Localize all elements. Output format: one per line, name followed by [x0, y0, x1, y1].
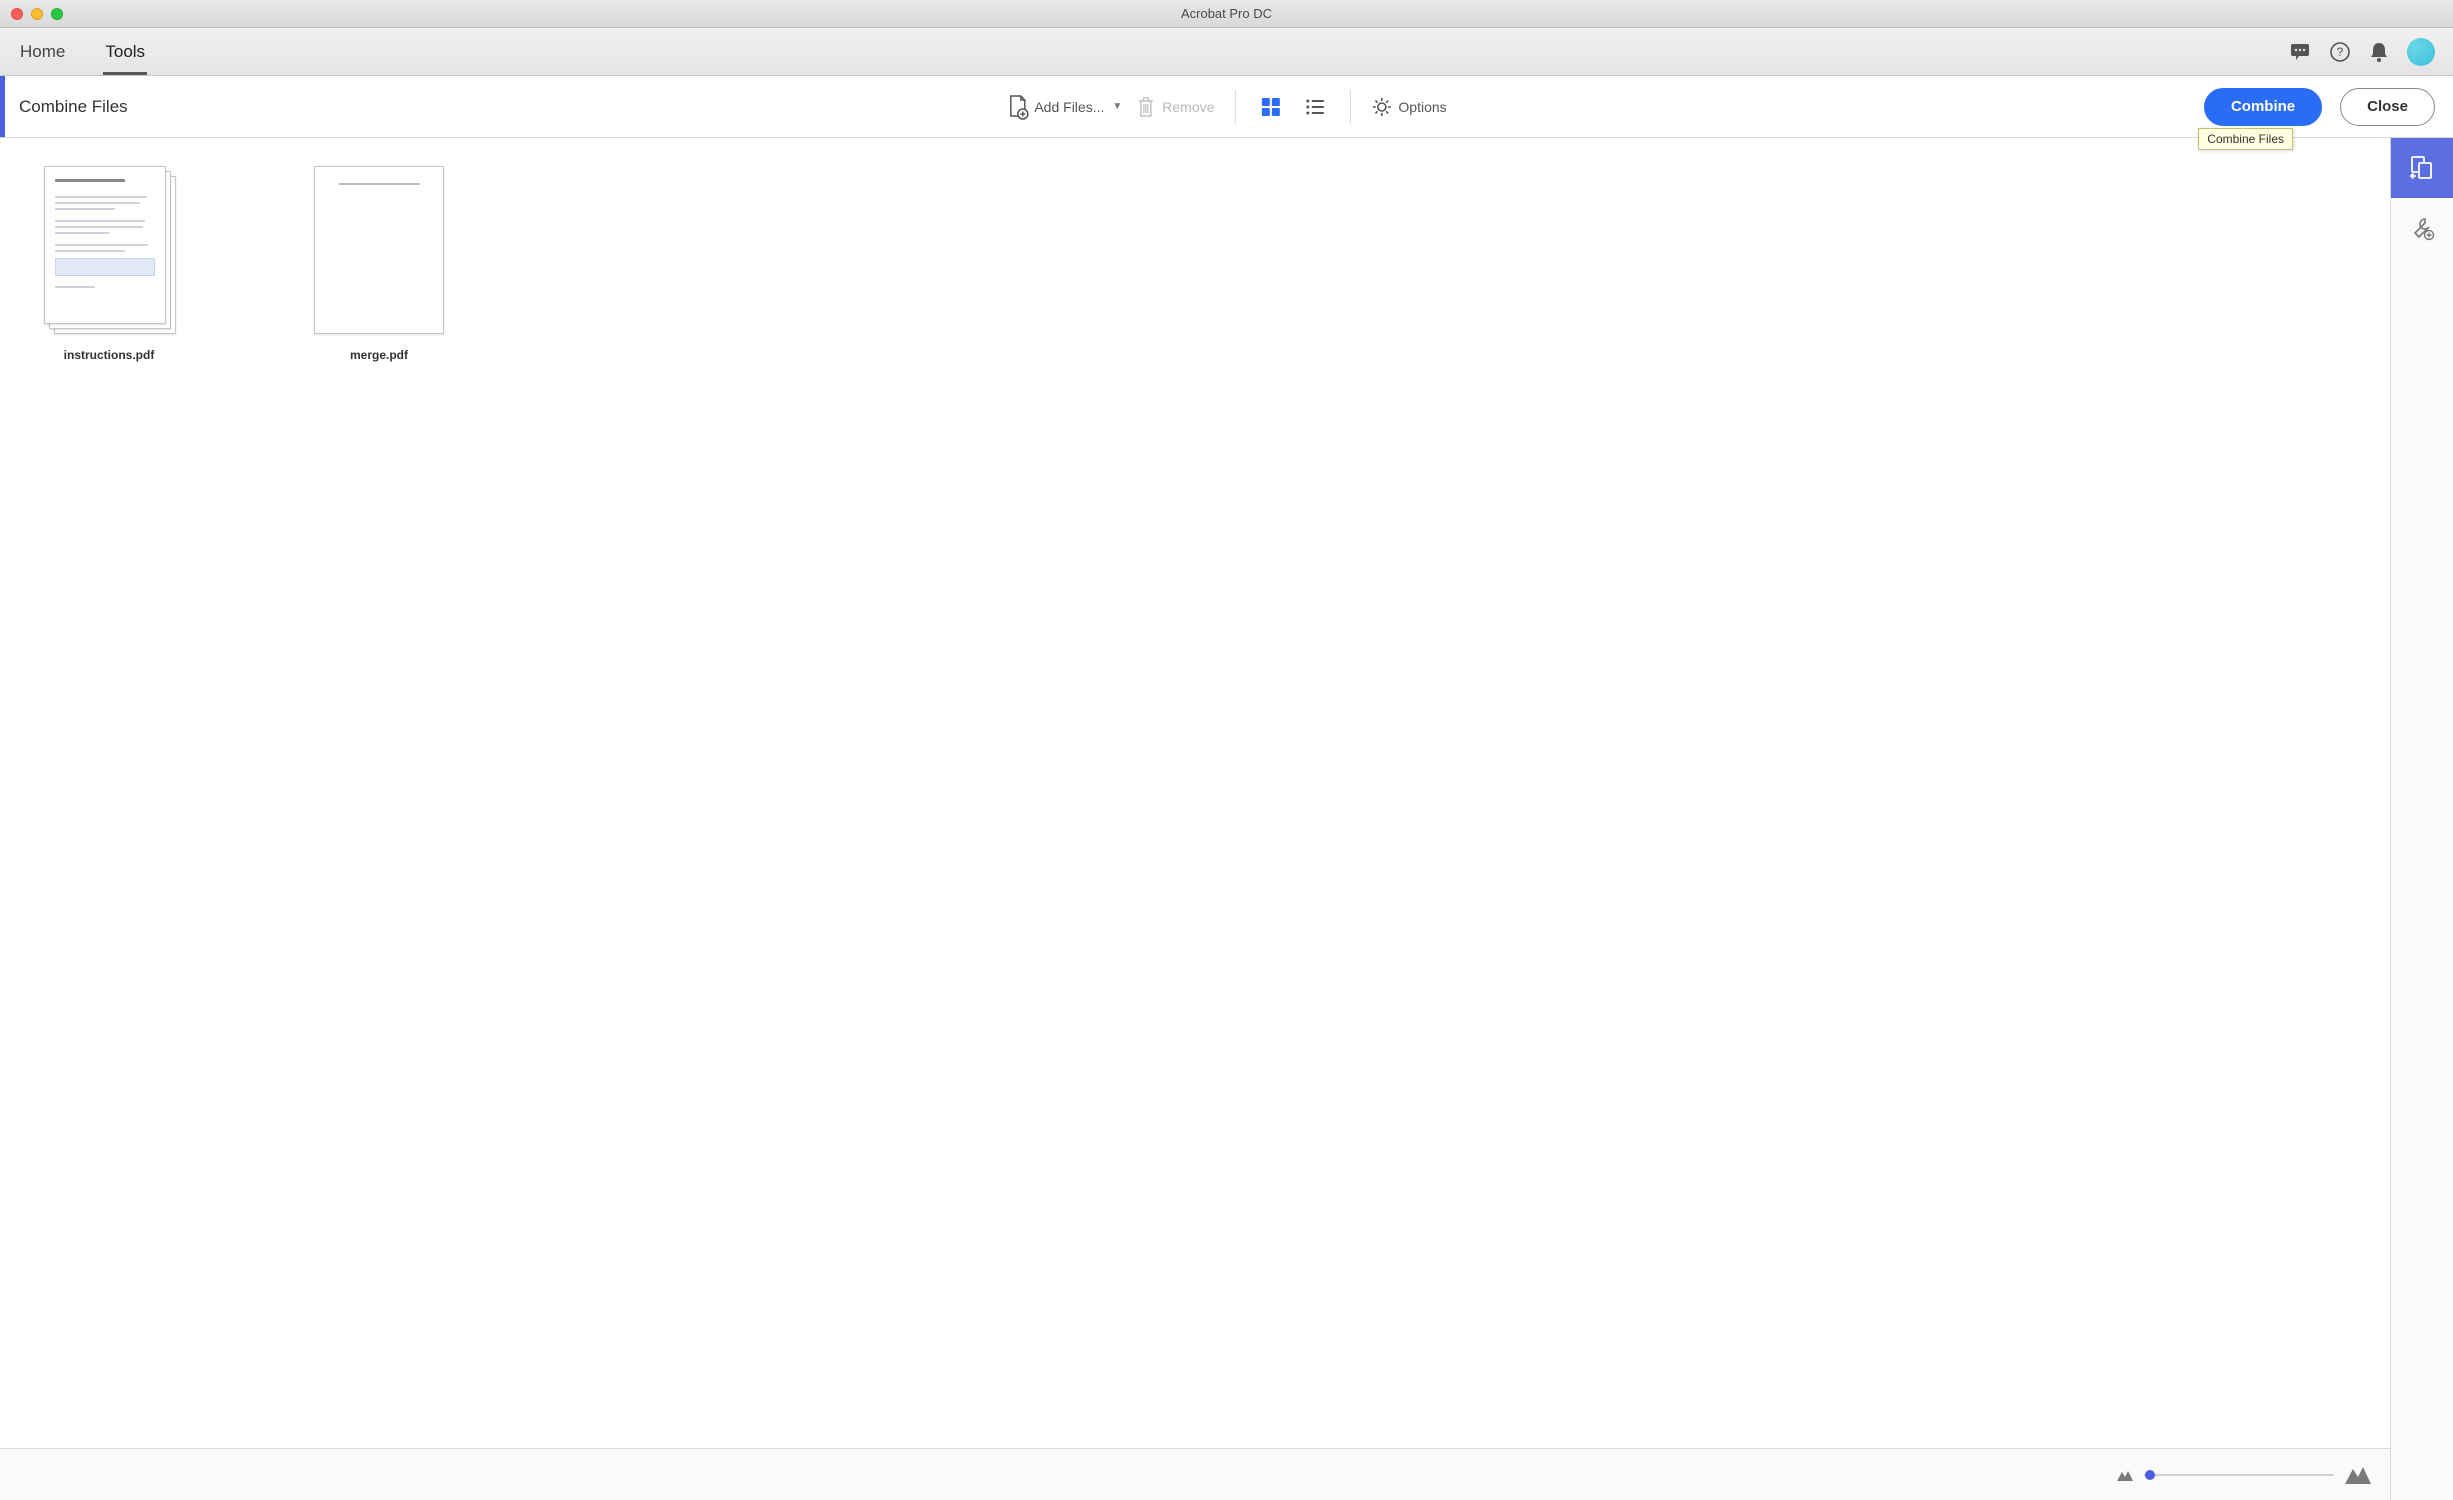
remove-button: Remove — [1136, 96, 1214, 118]
status-bar — [0, 1448, 2390, 1500]
main-area: instructions.pdf merge.pdf — [0, 138, 2453, 1500]
window-titlebar: Acrobat Pro DC — [0, 0, 2453, 28]
add-files-button[interactable]: Add Files... ▼ — [1006, 94, 1122, 120]
toolbar-separator — [1349, 90, 1350, 124]
tab-tools[interactable]: Tools — [103, 30, 147, 74]
page-stack-preview — [44, 166, 174, 334]
page-preview — [314, 166, 444, 334]
close-button[interactable]: Close — [2340, 88, 2435, 126]
view-list-button[interactable] — [1299, 92, 1329, 122]
tool-title: Combine Files — [19, 97, 128, 117]
window-close-button[interactable] — [11, 8, 23, 20]
rail-combine-files-button[interactable] — [2391, 138, 2453, 198]
list-icon — [1302, 95, 1326, 119]
add-files-label: Add Files... — [1034, 99, 1104, 115]
help-icon[interactable]: ? — [2329, 41, 2351, 63]
file-thumbnail[interactable]: instructions.pdf — [34, 166, 184, 362]
main-tabrow: Home Tools ? — [0, 28, 2453, 76]
combine-button[interactable]: Combine — [2204, 88, 2322, 126]
file-label: instructions.pdf — [64, 348, 155, 362]
view-grid-button[interactable] — [1255, 92, 1285, 122]
active-tool-indicator — [0, 76, 5, 137]
options-button[interactable]: Options — [1370, 96, 1446, 118]
share-comment-icon[interactable] — [2289, 42, 2311, 62]
file-thumbnail[interactable]: merge.pdf — [304, 166, 454, 362]
add-file-icon — [1006, 94, 1028, 120]
options-label: Options — [1398, 99, 1446, 115]
tool-toolbar: Combine Files Add Files... ▼ Remove — [0, 76, 2453, 138]
rail-more-tools-button[interactable] — [2391, 198, 2453, 258]
file-canvas[interactable]: instructions.pdf merge.pdf — [0, 138, 2390, 1448]
wrench-plus-icon — [2409, 215, 2435, 241]
tab-home[interactable]: Home — [18, 30, 67, 74]
svg-text:?: ? — [2337, 45, 2344, 59]
window-minimize-button[interactable] — [31, 8, 43, 20]
traffic-lights — [11, 8, 63, 20]
user-avatar[interactable] — [2407, 38, 2435, 66]
mountain-small-icon — [2116, 1468, 2134, 1482]
window-title: Acrobat Pro DC — [0, 6, 2453, 21]
mountain-large-icon — [2344, 1465, 2372, 1485]
toolbar-separator — [1234, 90, 1235, 124]
notifications-bell-icon[interactable] — [2369, 41, 2389, 63]
file-label: merge.pdf — [350, 348, 408, 362]
window-zoom-button[interactable] — [51, 8, 63, 20]
grid-icon — [1258, 95, 1282, 119]
trash-icon — [1136, 96, 1156, 118]
right-tool-rail — [2391, 138, 2453, 1500]
remove-label: Remove — [1162, 99, 1214, 115]
gear-icon — [1370, 96, 1392, 118]
chevron-down-icon: ▼ — [1112, 101, 1122, 112]
zoom-slider[interactable] — [2144, 1474, 2334, 1476]
combine-files-icon — [2407, 153, 2437, 183]
zoom-slider-knob[interactable] — [2145, 1470, 2155, 1480]
